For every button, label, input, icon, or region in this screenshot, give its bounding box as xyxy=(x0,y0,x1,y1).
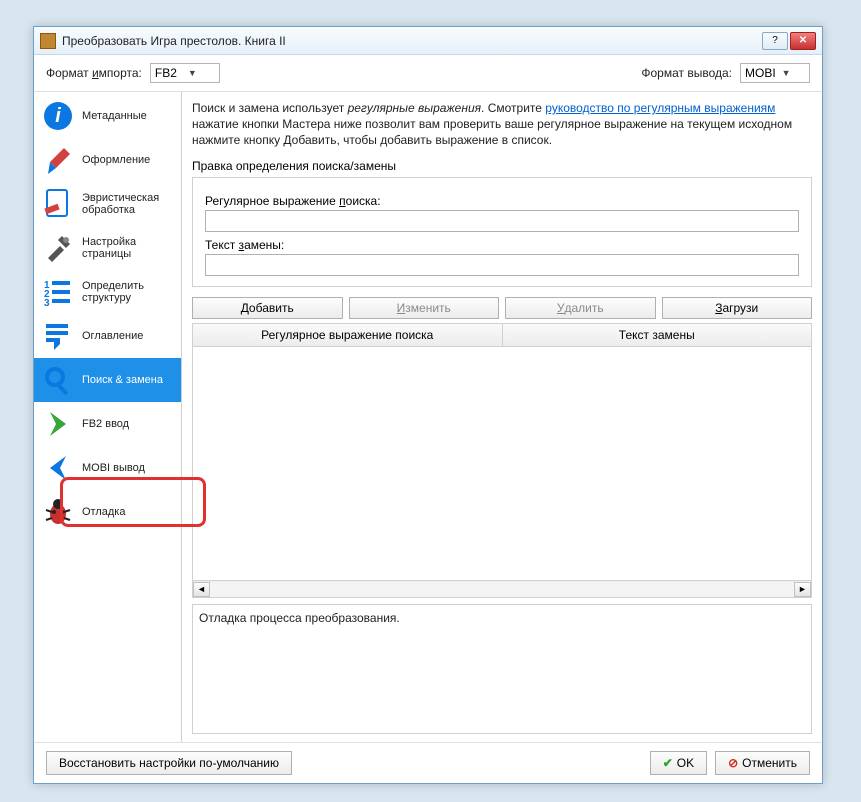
table-body[interactable] xyxy=(193,347,811,580)
sidebar: i Метаданные Оформление Эвристическая об… xyxy=(34,92,182,742)
sidebar-item-heuristic[interactable]: Эвристическая обработка xyxy=(34,182,181,226)
main-panel: Поиск и замена использует регулярные выр… xyxy=(182,92,822,742)
import-format-value: FB2 xyxy=(155,66,182,80)
chevron-left-icon xyxy=(42,452,74,484)
toc-icon xyxy=(42,320,74,352)
help-button[interactable]: ? xyxy=(762,32,788,50)
sidebar-item-label: FB2 ввод xyxy=(82,418,129,430)
edit-heading: Правка определения поиска/замены xyxy=(192,159,812,173)
regex-manual-link[interactable]: руководство по регулярным выражениям xyxy=(545,101,775,115)
titlebar[interactable]: Преобразовать Игра престолов. Книга II ?… xyxy=(34,27,822,55)
check-icon: ✔ xyxy=(663,756,673,770)
sidebar-item-metadata[interactable]: i Метаданные xyxy=(34,94,181,138)
import-format-combo[interactable]: FB2 ▼ xyxy=(150,63,220,83)
svg-text:3: 3 xyxy=(44,298,50,308)
output-format-combo[interactable]: MOBI ▼ xyxy=(740,63,810,83)
sidebar-item-label: Определить структуру xyxy=(82,280,173,304)
chevron-down-icon: ▼ xyxy=(188,68,215,78)
rules-table: Регулярное выражение поиска Текст замены… xyxy=(192,323,812,598)
replace-text-input[interactable] xyxy=(205,254,799,276)
ok-button[interactable]: ✔OK xyxy=(650,751,707,775)
sidebar-item-debug[interactable]: Отладка xyxy=(34,490,181,534)
delete-button[interactable]: Удалить xyxy=(505,297,656,319)
window-title: Преобразовать Игра престолов. Книга II xyxy=(62,34,760,48)
sidebar-item-label: Метаданные xyxy=(82,110,147,122)
close-button[interactable]: ✕ xyxy=(790,32,816,50)
add-button[interactable]: Добавить xyxy=(192,297,343,319)
sidebar-item-pagesetup[interactable]: Настройка страницы xyxy=(34,226,181,270)
import-format-label: Формат импорта: xyxy=(46,66,142,80)
sidebar-item-structure[interactable]: 123 Определить структуру xyxy=(34,270,181,314)
app-icon xyxy=(40,33,56,49)
sidebar-item-label: Эвристическая обработка xyxy=(82,192,173,216)
chevron-right-icon xyxy=(42,408,74,440)
chevron-down-icon: ▼ xyxy=(782,68,805,78)
sidebar-item-label: Отладка xyxy=(82,506,125,518)
cancel-button[interactable]: ⊘Отменить xyxy=(715,751,810,775)
sidebar-item-mobi-output[interactable]: MOBI вывод xyxy=(34,446,181,490)
tools-icon xyxy=(42,232,74,264)
sidebar-item-label: Оглавление xyxy=(82,330,143,342)
edit-groupbox: Регулярное выражение поиска: Текст замен… xyxy=(192,177,812,287)
sidebar-item-label: MOBI вывод xyxy=(82,462,145,474)
search-regex-label: Регулярное выражение поиска: xyxy=(205,194,799,208)
bug-icon xyxy=(42,496,74,528)
debug-output: Отладка процесса преобразования. xyxy=(192,604,812,734)
sidebar-item-look[interactable]: Оформление xyxy=(34,138,181,182)
list-icon: 123 xyxy=(42,276,74,308)
info-icon: i xyxy=(42,100,74,132)
scroll-left-icon[interactable]: ◄ xyxy=(193,582,210,597)
sidebar-item-search-replace[interactable]: Поиск & замена xyxy=(34,358,181,402)
page-icon xyxy=(42,188,74,220)
output-format-value: MOBI xyxy=(745,66,776,80)
scroll-right-icon[interactable]: ► xyxy=(794,582,811,597)
cancel-icon: ⊘ xyxy=(728,756,738,770)
dialog-window: Преобразовать Игра престолов. Книга II ?… xyxy=(33,26,823,784)
search-icon xyxy=(42,364,74,396)
sidebar-item-label: Оформление xyxy=(82,154,150,166)
brush-icon xyxy=(42,144,74,176)
search-regex-input[interactable] xyxy=(205,210,799,232)
edit-button[interactable]: Изменить xyxy=(349,297,500,319)
debug-text: Отладка процесса преобразования. xyxy=(199,611,400,625)
intro-text: Поиск и замена использует регулярные выр… xyxy=(192,100,812,149)
replace-text-label: Текст замены: xyxy=(205,238,799,252)
sidebar-item-toc[interactable]: Оглавление xyxy=(34,314,181,358)
sidebar-item-fb2-input[interactable]: FB2 ввод xyxy=(34,402,181,446)
horizontal-scrollbar[interactable]: ◄ ► xyxy=(193,580,811,597)
sidebar-item-label: Настройка страницы xyxy=(82,236,173,260)
format-row: Формат импорта: FB2 ▼ Формат вывода: MOB… xyxy=(34,55,822,92)
footer: Восстановить настройки по-умолчанию ✔OK … xyxy=(34,742,822,783)
output-format-label: Формат вывода: xyxy=(641,66,732,80)
load-button[interactable]: Загрузи xyxy=(662,297,813,319)
sidebar-item-label: Поиск & замена xyxy=(82,374,163,386)
restore-defaults-button[interactable]: Восстановить настройки по-умолчанию xyxy=(46,751,292,775)
col-search[interactable]: Регулярное выражение поиска xyxy=(193,324,503,346)
col-replace[interactable]: Текст замены xyxy=(503,324,812,346)
